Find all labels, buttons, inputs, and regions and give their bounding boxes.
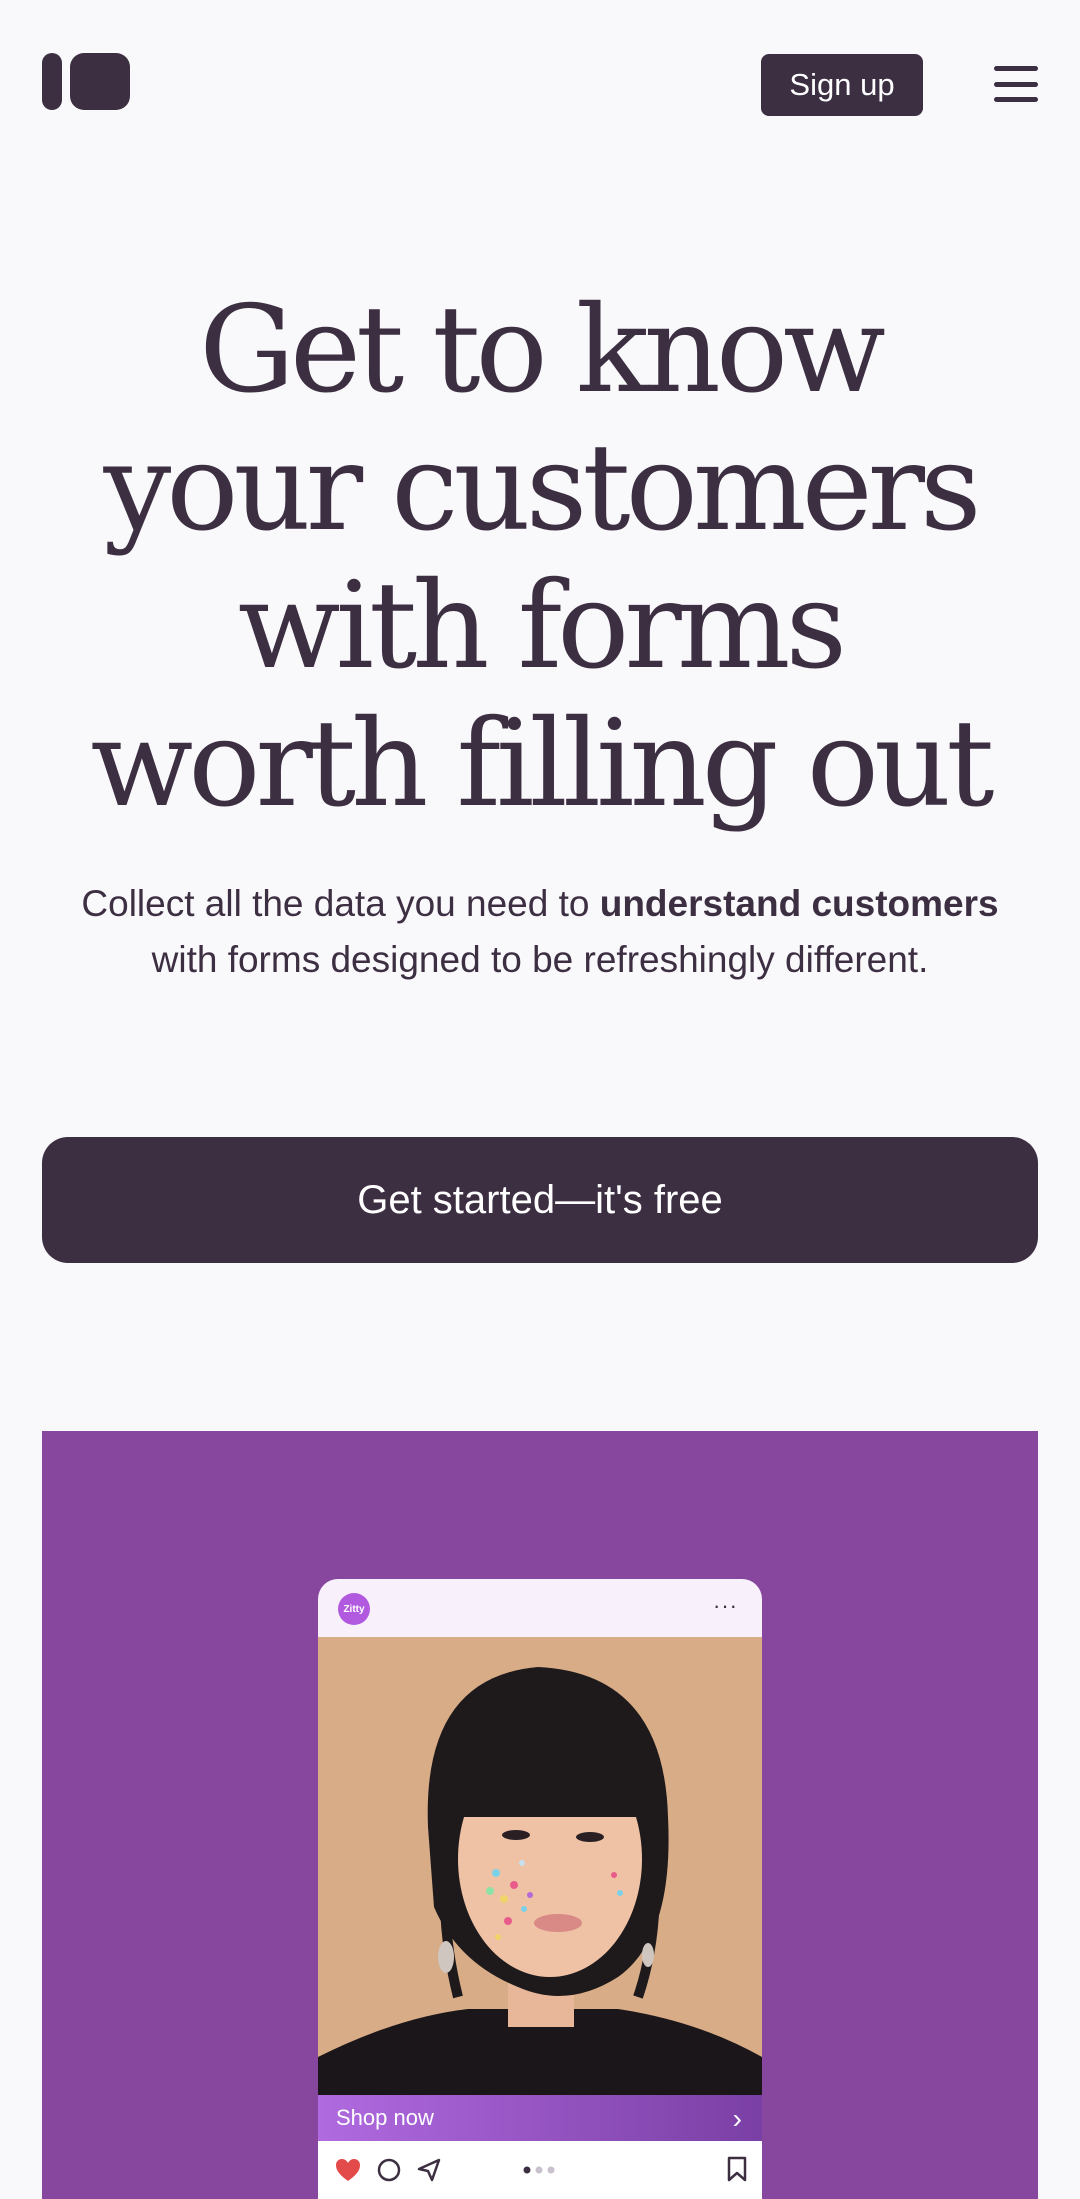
logo-bar — [42, 53, 62, 110]
menu-line — [994, 66, 1038, 71]
subtitle-text: with forms designed to be refreshingly d… — [151, 939, 929, 980]
comment-icon[interactable] — [376, 2157, 402, 2183]
shop-now-bar[interactable]: Shop now › — [318, 2095, 762, 2141]
brand-avatar: Zitty — [338, 1593, 370, 1625]
bookmark-icon[interactable] — [726, 2155, 748, 2183]
send-icon[interactable] — [416, 2157, 442, 2183]
logo[interactable] — [42, 53, 130, 110]
hero-title-line: with forms — [237, 557, 847, 696]
logo-block — [70, 53, 130, 110]
showcase-panel: Zitty ··· Shop now › — [42, 1431, 1038, 2199]
hero-subtitle: Collect all the data you need to underst… — [60, 876, 1020, 988]
chevron-right-icon: › — [732, 2103, 742, 2134]
hero-title-line: your customers — [103, 419, 981, 558]
post-actions — [318, 2141, 762, 2199]
post-header: Zitty ··· — [318, 1579, 762, 1637]
hero-title: Get to know your customers with forms wo… — [0, 282, 1080, 834]
product-photo — [318, 1637, 762, 2095]
page: Sign up Get to know your customers with … — [0, 0, 1080, 2199]
shop-now-label: Shop now — [336, 2105, 434, 2130]
hamburger-menu-icon[interactable] — [994, 66, 1038, 102]
phone-mockup: Zitty ··· Shop now › — [318, 1579, 762, 2199]
menu-line — [994, 81, 1038, 87]
get-started-button[interactable]: Get started—it's free — [42, 1137, 1038, 1263]
carousel-dots — [523, 2166, 555, 2174]
hero-title-line: Get to know — [199, 281, 886, 420]
sign-up-button[interactable]: Sign up — [761, 54, 923, 116]
portrait-illustration — [318, 1637, 762, 2095]
menu-line — [994, 97, 1038, 102]
heart-icon[interactable] — [334, 2157, 362, 2183]
more-options-icon: ··· — [713, 1593, 738, 1618]
hero-title-line: worth filling out — [90, 695, 995, 834]
subtitle-emphasis: understand customers — [599, 883, 999, 924]
subtitle-text: Collect all the data you need to — [81, 883, 600, 924]
